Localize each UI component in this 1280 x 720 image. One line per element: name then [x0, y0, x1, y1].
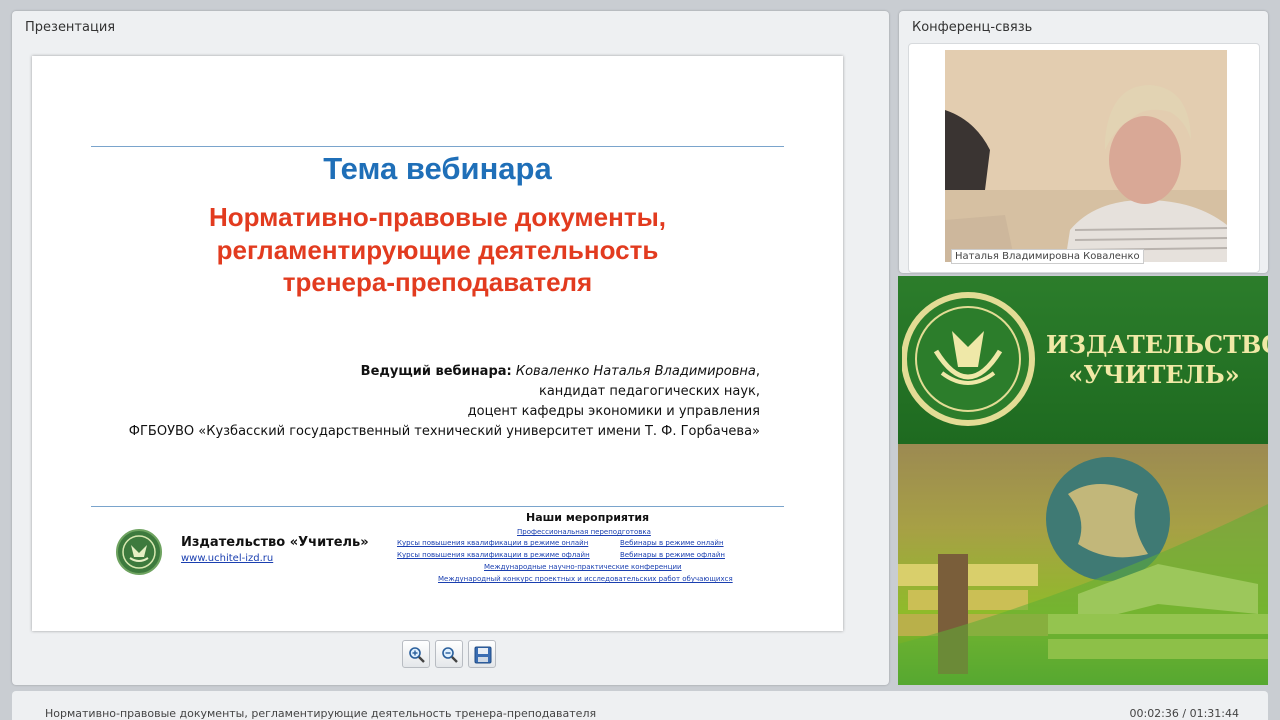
presenter-info: Ведущий вебинара: Коваленко Наталья Влад…	[129, 362, 760, 442]
presenter-position: доцент кафедры экономики и управления	[467, 404, 760, 419]
events-title: Наши мероприятия	[526, 511, 650, 524]
status-bar: Нормативно-правовые документы, регламент…	[12, 691, 1268, 720]
playback-time: 00:02:36 / 01:31:44	[1129, 707, 1239, 720]
publisher-logo	[116, 529, 162, 575]
presentation-panel-title: Презентация	[25, 20, 116, 35]
brand-line-2: «УЧИТЕЛЬ»	[1068, 360, 1240, 389]
presenter-org: ФГБОУВО «Кузбасский государственный техн…	[128, 424, 760, 439]
presenter-label: Ведущий вебинара:	[360, 364, 512, 379]
brand-illustration	[898, 444, 1268, 685]
slide-bottom-divider	[91, 506, 784, 507]
presenter-name: Коваленко Наталья Владимировна	[515, 364, 756, 379]
webinar-title: Нормативно-правовые документы, регламент…	[45, 707, 597, 720]
event-link[interactable]: Курсы повышения квалификации в режиме оф…	[397, 551, 590, 559]
save-icon	[474, 646, 492, 664]
slide-heading: Тема вебинара	[323, 151, 552, 186]
save-button[interactable]	[468, 640, 496, 668]
slide-topic: Нормативно-правовые документы, регламент…	[208, 202, 666, 297]
brand-banner: ИЗДАТЕЛЬСТВО «УЧИТЕЛЬ»	[898, 276, 1268, 685]
presenter-degree: кандидат педагогических наук,	[538, 384, 760, 399]
event-link[interactable]: Вебинары в режиме онлайн	[620, 539, 724, 547]
zoom-in-button[interactable]	[402, 640, 430, 668]
zoom-out-button[interactable]	[435, 640, 463, 668]
event-link[interactable]: Международный конкурс проектных и исслед…	[438, 575, 733, 583]
participant-name-tag: Наталья Владимировна Коваленко	[951, 249, 1144, 264]
event-link[interactable]: Международные научно-практические конфер…	[484, 563, 682, 571]
conference-panel-title: Конференц-связь	[912, 20, 1033, 35]
zoom-in-icon	[409, 647, 425, 663]
presentation-panel: Презентация Тема вебинара Нормативно-пра…	[12, 11, 889, 685]
publisher-emblem-icon	[902, 292, 1035, 426]
publisher-link[interactable]: www.uchitel-izd.ru	[181, 553, 273, 564]
brand-header: ИЗДАТЕЛЬСТВО «УЧИТЕЛЬ»	[898, 276, 1268, 444]
event-link[interactable]: Курсы повышения квалификации в режиме он…	[397, 539, 588, 547]
event-link[interactable]: Профессиональная переподготовка	[517, 528, 651, 536]
zoom-out-icon	[442, 647, 458, 663]
conference-panel: Конференц-связь Наталья Владимировна Ков…	[899, 11, 1268, 273]
books-globe-image	[898, 457, 1268, 685]
publisher-name: Издательство «Учитель»	[181, 535, 369, 550]
event-link[interactable]: Вебинары в режиме офлайн	[620, 551, 725, 559]
slide-top-divider	[91, 146, 784, 147]
brand-name: ИЗДАТЕЛЬСТВО «УЧИТЕЛЬ»	[1046, 330, 1268, 390]
brand-line-1: ИЗДАТЕЛЬСТВО	[1046, 330, 1268, 359]
webcam-image	[945, 50, 1227, 262]
participant-video[interactable]	[945, 50, 1227, 262]
slide: Тема вебинара Нормативно-правовые докуме…	[32, 56, 843, 631]
